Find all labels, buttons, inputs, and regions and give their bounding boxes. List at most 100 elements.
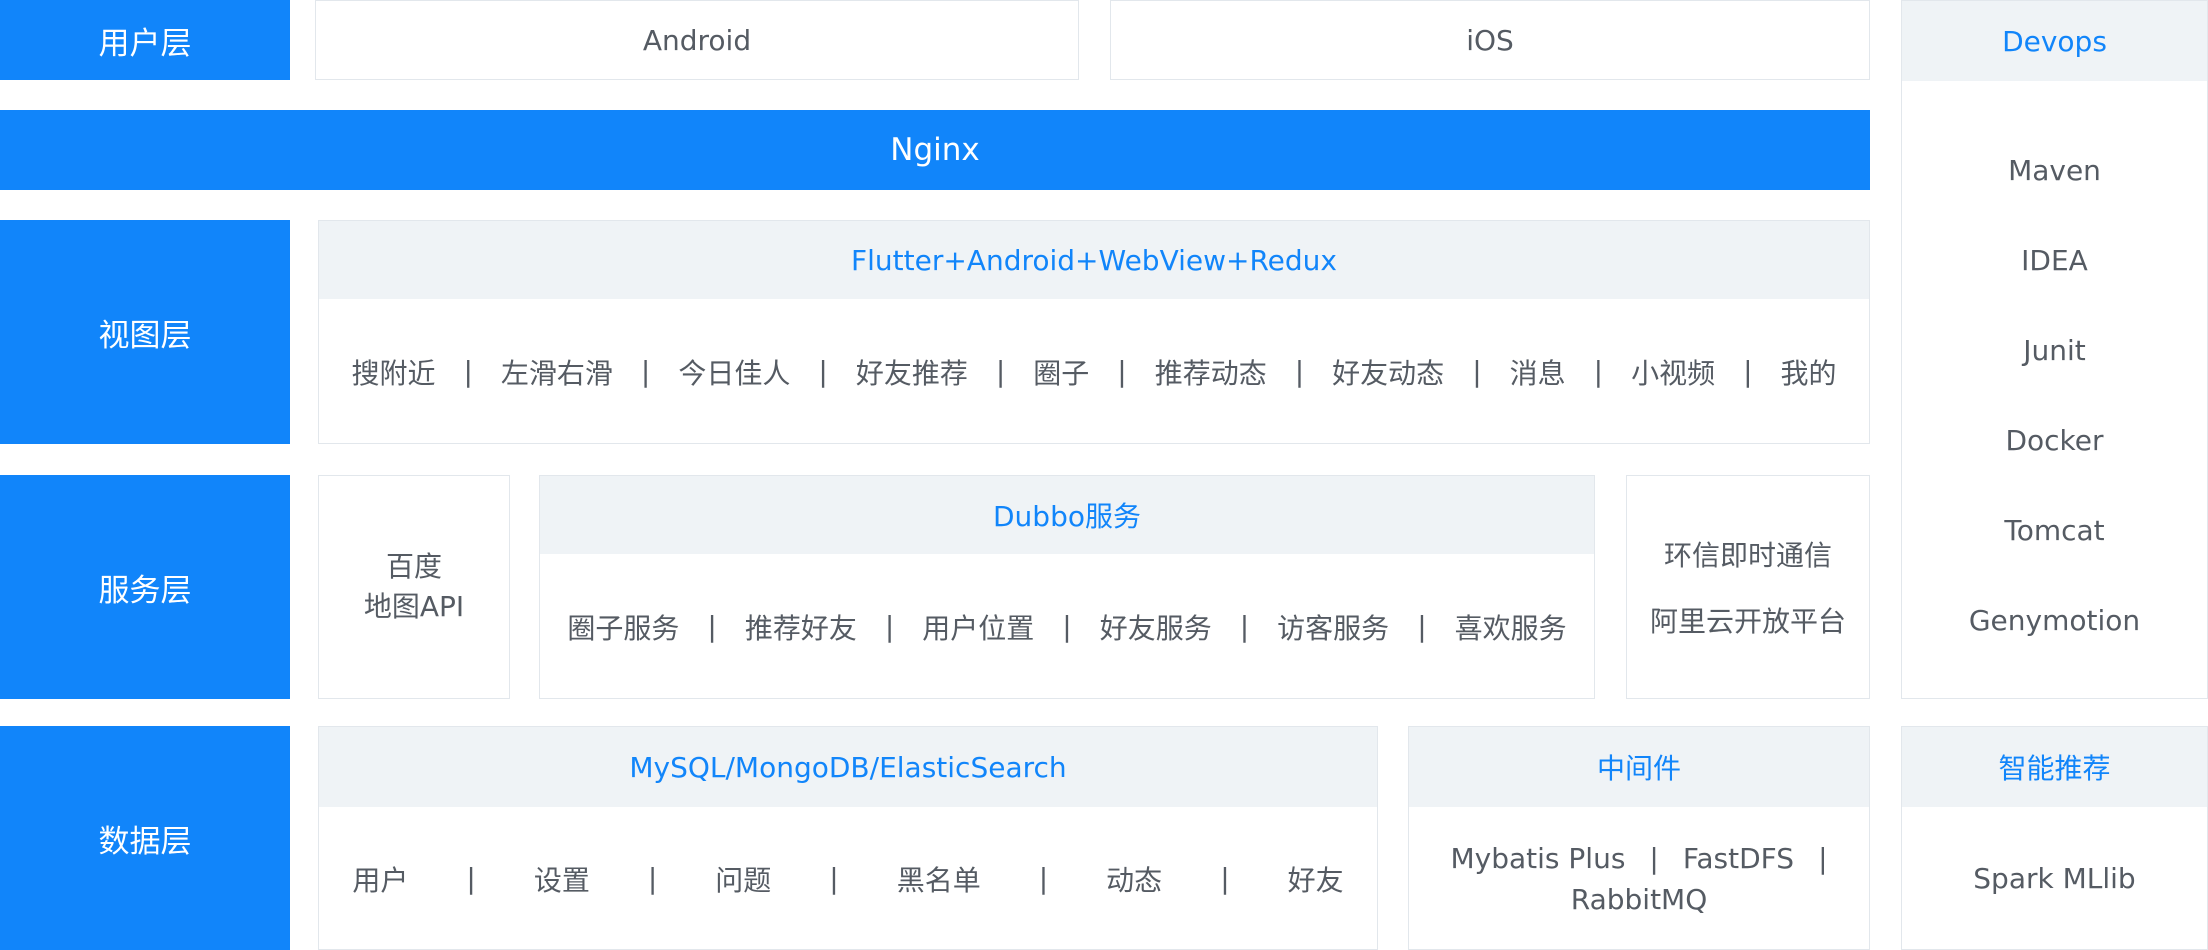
ai-recommend-item: Spark MLlib bbox=[1973, 862, 2136, 895]
layer-label-user-text: 用户层 bbox=[98, 25, 192, 62]
nginx-label: Nginx bbox=[890, 132, 980, 168]
middleware-item: FastDFS bbox=[1682, 841, 1795, 875]
separator: | bbox=[1743, 355, 1753, 388]
devops-item-label: Tomcat bbox=[2004, 513, 2105, 547]
dubbo-item: 用户位置 bbox=[922, 611, 1035, 645]
separator: | bbox=[707, 610, 717, 643]
devops-item-label: Maven bbox=[2008, 153, 2101, 187]
baidu-map-box: 百度 地图API bbox=[318, 475, 510, 699]
middleware-line1: Mybatis Plus | FastDFS | bbox=[1451, 842, 1828, 875]
dubbo-item: 访客服务 bbox=[1277, 611, 1390, 645]
layer-label-service: 服务层 bbox=[0, 475, 290, 699]
separator: | bbox=[884, 610, 895, 643]
devops-title: Devops bbox=[1902, 1, 2207, 81]
view-item: 消息 bbox=[1509, 356, 1566, 390]
database-item: 设置 bbox=[533, 863, 590, 897]
devops-item: Tomcat bbox=[2004, 485, 2104, 575]
ai-recommend-body: Spark MLlib bbox=[1902, 807, 2207, 950]
database-panel: MySQL/MongoDB/ElasticSearch 用户 | 设置 | 问题… bbox=[318, 726, 1378, 950]
view-layer-panel: Flutter+Android+WebView+Redux 搜附近 | 左滑右滑… bbox=[318, 220, 1870, 444]
middleware-panel: 中间件 Mybatis Plus | FastDFS | RabbitMQ bbox=[1408, 726, 1870, 950]
nginx-bar: Nginx bbox=[0, 110, 1870, 190]
separator: | bbox=[1038, 862, 1049, 895]
dubbo-items: 圈子服务 | 推荐好友 | 用户位置 | 好友服务 | 访客服务 | 喜欢服务 bbox=[540, 554, 1594, 699]
separator: | bbox=[1239, 610, 1250, 643]
database-item: 动态 bbox=[1106, 863, 1163, 897]
middleware-items: Mybatis Plus | FastDFS | RabbitMQ bbox=[1409, 807, 1869, 950]
devops-item-label: Docker bbox=[2005, 423, 2104, 457]
android-label: Android bbox=[642, 23, 752, 57]
database-item: 黑名单 bbox=[896, 863, 981, 897]
view-item: 好友动态 bbox=[1332, 356, 1445, 390]
view-layer-title-text: Flutter+Android+WebView+Redux bbox=[851, 243, 1337, 277]
view-item: 搜附近 bbox=[351, 356, 436, 390]
devops-item: IDEA bbox=[2021, 215, 2088, 305]
layer-label-user: 用户层 bbox=[0, 0, 290, 80]
separator: | bbox=[1062, 610, 1072, 643]
devops-item: Maven bbox=[2008, 125, 2101, 215]
ios-label: iOS bbox=[1466, 23, 1514, 57]
dubbo-title-text: Dubbo服务 bbox=[993, 500, 1141, 533]
devops-item-label: IDEA bbox=[2021, 243, 2088, 277]
ios-box: iOS bbox=[1110, 0, 1870, 80]
devops-panel: Devops Maven IDEA Junit Docker Tomcat Ge… bbox=[1901, 0, 2208, 699]
devops-item: Junit bbox=[2023, 305, 2086, 395]
separator: | bbox=[466, 862, 476, 895]
layer-label-data: 数据层 bbox=[0, 726, 290, 950]
separator: | bbox=[1818, 841, 1828, 875]
layer-label-data-text: 数据层 bbox=[98, 823, 192, 860]
view-item: 左滑右滑 bbox=[500, 356, 613, 390]
database-item: 好友 bbox=[1287, 863, 1344, 897]
separator: | bbox=[1593, 355, 1604, 388]
dubbo-item: 推荐好友 bbox=[744, 611, 857, 645]
view-layer-title: Flutter+Android+WebView+Redux bbox=[319, 221, 1869, 299]
devops-items: Maven IDEA Junit Docker Tomcat Genymotio… bbox=[1902, 81, 2207, 665]
separator: | bbox=[1649, 841, 1659, 875]
devops-item-label: Genymotion bbox=[1968, 603, 2141, 637]
view-item: 推荐动态 bbox=[1154, 356, 1267, 390]
view-item: 好友推荐 bbox=[855, 356, 968, 390]
separator: | bbox=[647, 862, 658, 895]
dubbo-item: 圈子服务 bbox=[567, 611, 680, 645]
layer-label-view-text: 视图层 bbox=[98, 317, 192, 354]
separator: | bbox=[640, 355, 651, 388]
ai-recommend-title: 智能推荐 bbox=[1902, 727, 2207, 807]
android-box: Android bbox=[315, 0, 1079, 80]
database-title: MySQL/MongoDB/ElasticSearch bbox=[319, 727, 1377, 807]
separator: | bbox=[463, 355, 473, 388]
separator: | bbox=[1472, 355, 1482, 388]
database-items: 用户 | 设置 | 问题 | 黑名单 | 动态 | 好友 bbox=[319, 807, 1377, 950]
devops-item: Genymotion bbox=[1969, 575, 2140, 665]
separator: | bbox=[1294, 355, 1305, 388]
devops-item: Docker bbox=[2005, 395, 2103, 485]
ai-recommend-title-text: 智能推荐 bbox=[1998, 752, 2111, 785]
dubbo-title: Dubbo服务 bbox=[540, 476, 1594, 554]
database-item: 问题 bbox=[715, 863, 772, 897]
database-title-text: MySQL/MongoDB/ElasticSearch bbox=[629, 750, 1067, 784]
middleware-title: 中间件 bbox=[1409, 727, 1869, 807]
view-item: 小视频 bbox=[1631, 356, 1716, 390]
devops-title-text: Devops bbox=[2002, 24, 2107, 58]
layer-label-service-text: 服务层 bbox=[98, 572, 192, 609]
view-item: 圈子 bbox=[1033, 356, 1090, 390]
middleware-item: Mybatis Plus bbox=[1450, 841, 1626, 875]
separator: | bbox=[1117, 355, 1127, 388]
im-box: 环信即时通信 阿里云开放平台 bbox=[1626, 475, 1870, 699]
middleware-title-text: 中间件 bbox=[1596, 752, 1681, 785]
separator: | bbox=[1220, 862, 1230, 895]
dubbo-item: 好友服务 bbox=[1099, 611, 1212, 645]
ai-recommend-panel: 智能推荐 Spark MLlib bbox=[1901, 726, 2208, 950]
separator: | bbox=[829, 862, 839, 895]
baidu-label-line2: 地图API bbox=[363, 590, 465, 623]
view-item: 我的 bbox=[1780, 356, 1837, 390]
middleware-item: RabbitMQ bbox=[1570, 882, 1708, 916]
devops-item-label: Junit bbox=[2023, 333, 2086, 367]
dubbo-item: 喜欢服务 bbox=[1454, 611, 1567, 645]
layer-label-view: 视图层 bbox=[0, 220, 290, 444]
separator: | bbox=[818, 355, 828, 388]
view-item: 今日佳人 bbox=[678, 356, 791, 390]
separator: | bbox=[995, 355, 1006, 388]
view-layer-items: 搜附近 | 左滑右滑 | 今日佳人 | 好友推荐 | 圈子 | 推荐动态 | 好… bbox=[319, 299, 1869, 444]
im-label-line2: 阿里云开放平台 bbox=[1649, 605, 1846, 638]
dubbo-panel: Dubbo服务 圈子服务 | 推荐好友 | 用户位置 | 好友服务 | 访客服务… bbox=[539, 475, 1595, 699]
